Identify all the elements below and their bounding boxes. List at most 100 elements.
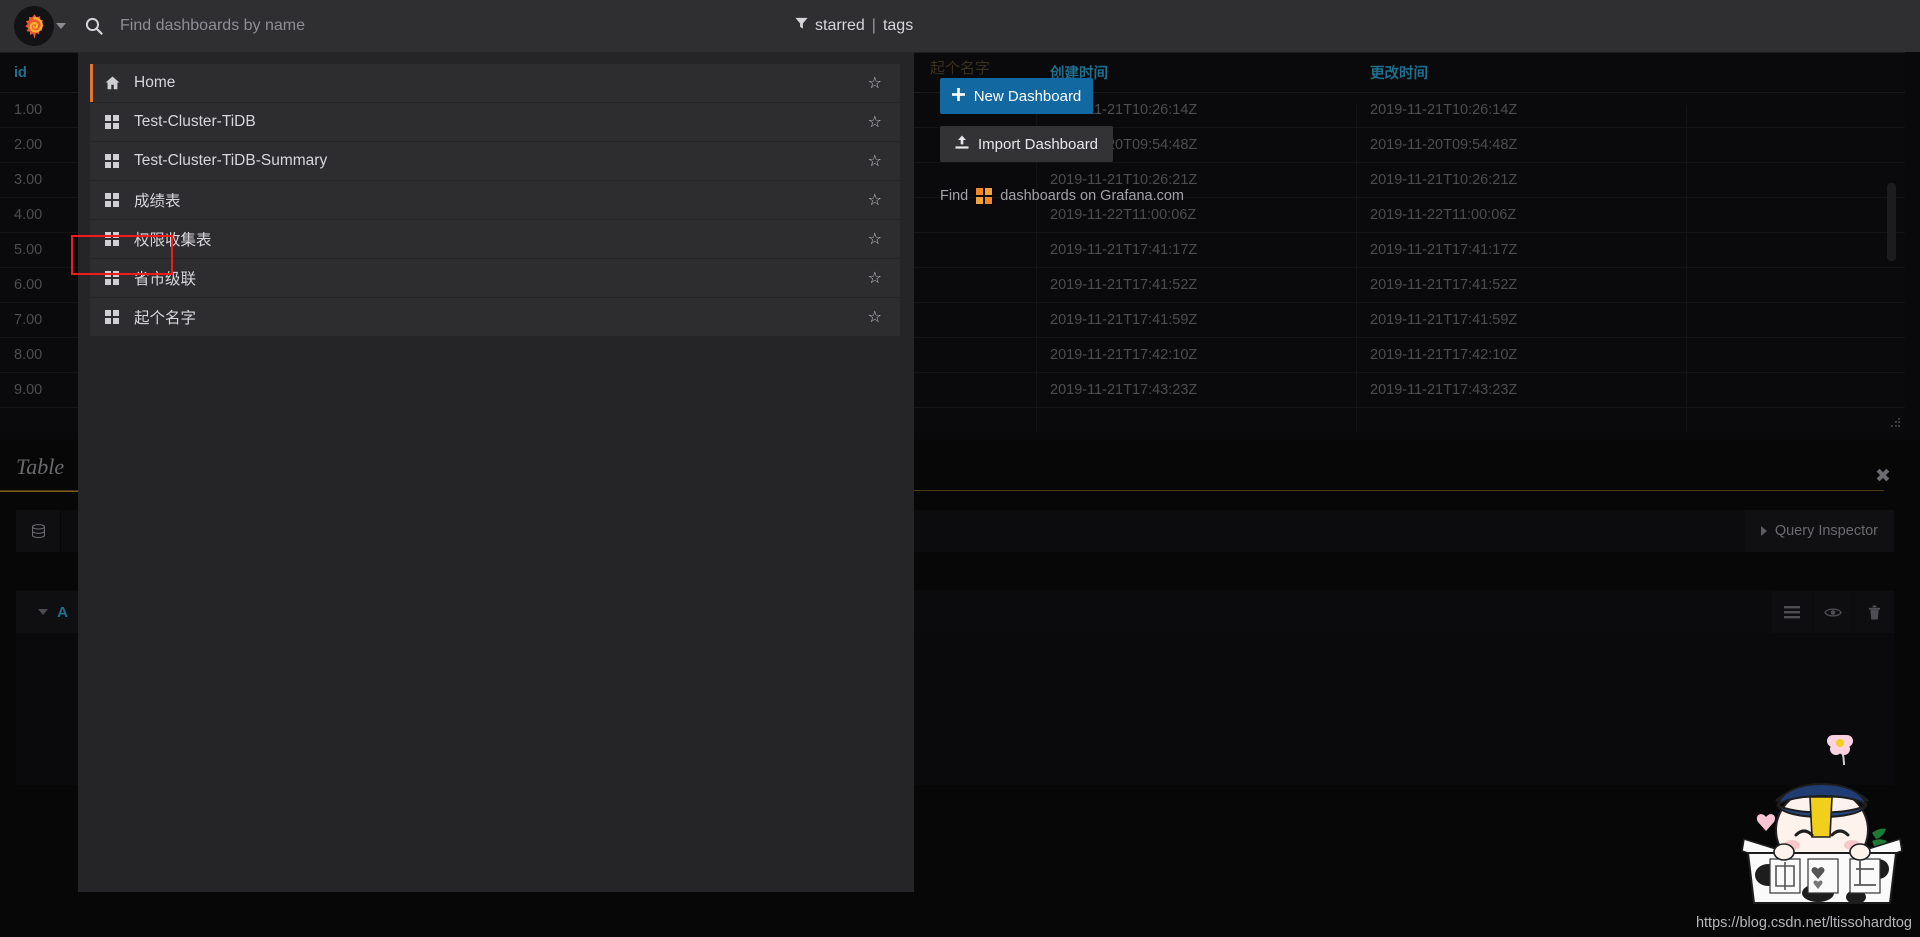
find-prefix-label: Find (940, 188, 969, 204)
list-icon[interactable] (1772, 591, 1812, 633)
dashboard-actions: New Dashboard Import Dashboard Find dash… (940, 78, 1184, 204)
table-cell-id: 9.00 (14, 382, 43, 398)
dashboard-item-label: Test-Cluster-TiDB (134, 113, 256, 130)
find-dashboards-line[interactable]: Find dashboards on Grafana.com (940, 188, 1184, 204)
filter-tags-link[interactable]: tags (883, 17, 913, 35)
column-header-updated[interactable]: 更改时间 (1356, 62, 1686, 83)
dashboard-item-label: Home (134, 74, 176, 91)
watermark-url: https://blog.csdn.net/ltissohardtog (1695, 915, 1912, 931)
eye-icon[interactable] (1813, 591, 1853, 633)
star-outline-icon[interactable]: ☆ (868, 268, 882, 288)
table-cell-updated: 2019-11-21T10:26:14Z (1370, 102, 1518, 118)
search-icon[interactable] (68, 17, 120, 35)
plus-icon (951, 87, 965, 105)
import-dashboard-label: Import Dashboard (977, 135, 1099, 153)
find-suffix-label: dashboards on Grafana.com (1000, 188, 1184, 204)
dashboard-list-item[interactable]: 成绩表 ☆ (90, 181, 900, 219)
table-cell-updated: 2019-11-20T09:54:48Z (1370, 137, 1518, 153)
query-inspector-label: Query Inspector (1774, 523, 1878, 539)
query-a-letter: A (57, 603, 68, 621)
filter-starred-link[interactable]: starred (815, 17, 865, 35)
dashboard-item-label: Test-Cluster-TiDB-Summary (134, 152, 328, 169)
dashboard-grid-icon (90, 271, 134, 285)
star-outline-icon[interactable]: ☆ (868, 190, 882, 210)
table-cell-created: 2019-11-21T17:42:10Z (1050, 347, 1198, 363)
active-accent-bar (90, 64, 93, 102)
star-outline-icon[interactable]: ☆ (868, 73, 882, 93)
table-cell-updated: 2019-11-22T11:00:06Z (1370, 207, 1517, 223)
tab-table[interactable]: Table (0, 454, 81, 492)
filter-icon (795, 17, 808, 35)
table-cell-created: 2019-11-21T17:43:23Z (1050, 382, 1198, 398)
upload-icon (955, 135, 969, 153)
dashboard-list-item[interactable]: Test-Cluster-TiDB-Summary ☆ (90, 142, 900, 180)
top-navbar: starred | tags (0, 0, 1920, 52)
dashboard-list-item[interactable]: 起个名字 ☆ (90, 298, 900, 336)
panel-resize-grip[interactable] (1890, 417, 1901, 428)
dashboard-grid-icon (90, 115, 134, 129)
query-inspector-button[interactable]: Query Inspector (1744, 510, 1894, 552)
table-cell-id: 7.00 (14, 312, 43, 328)
import-dashboard-button[interactable]: Import Dashboard (940, 126, 1113, 162)
table-cell-updated: 2019-11-21T10:26:21Z (1370, 172, 1518, 188)
dashboard-grid-icon (90, 232, 134, 246)
dashboard-grid-icon (90, 154, 134, 168)
dashboard-list-item[interactable]: Test-Cluster-TiDB ☆ (90, 103, 900, 141)
star-outline-icon[interactable]: ☆ (868, 151, 882, 171)
cartoon-mascot-icon (1732, 730, 1912, 905)
app-root: 起个名字 id 创建时间 更改时间 1.00 2019-11-21T10:26:1… (0, 0, 1920, 937)
table-cell-created: 2019-11-21T17:41:17Z (1050, 242, 1198, 258)
table-cell-id: 8.00 (14, 347, 43, 363)
dashboard-item-label: 权限收集表 (134, 232, 212, 249)
dashboard-list-item[interactable]: 权限收集表 ☆ (90, 220, 900, 258)
table-vertical-scrollbar[interactable] (1887, 183, 1896, 261)
table-cell-updated: 2019-11-21T17:43:23Z (1370, 382, 1518, 398)
column-header-id[interactable]: id (0, 65, 86, 81)
dashboard-item-label: 起个名字 (134, 310, 197, 327)
column-divider (1356, 105, 1357, 432)
table-cell-id: 1.00 (14, 102, 43, 118)
caret-down-icon (38, 609, 49, 615)
search-input[interactable] (120, 17, 660, 35)
dashboard-item-label: 成绩表 (134, 193, 181, 210)
dashboard-grid-icon (90, 310, 134, 324)
home-icon (90, 76, 134, 90)
table-cell-created: 2019-11-21T17:41:59Z (1050, 312, 1198, 328)
dashboard-grid-icon (90, 193, 134, 207)
dashboard-list-item[interactable]: Home ☆ (90, 64, 900, 102)
new-dashboard-label: New Dashboard (973, 87, 1082, 105)
star-outline-icon[interactable]: ☆ (868, 229, 882, 249)
search-results-panel: Home ☆ Test-Cluster-TiDB ☆ Test-Cluster-TiDB… (78, 52, 914, 892)
table-cell-updated: 2019-11-21T17:42:10Z (1370, 347, 1518, 363)
search-area (68, 0, 1920, 52)
filter-separator: | (871, 17, 876, 34)
caret-right-icon (1760, 526, 1767, 536)
table-cell-id: 6.00 (14, 277, 43, 293)
grafana-logo-icon[interactable] (14, 6, 54, 46)
star-outline-icon[interactable]: ☆ (868, 112, 882, 132)
new-dashboard-button[interactable]: New Dashboard (940, 78, 1093, 114)
dashboard-list-item[interactable]: 省市级联 ☆ (90, 259, 900, 297)
dashboard-item-label: 省市级联 (134, 271, 197, 288)
database-icon[interactable] (16, 510, 60, 552)
column-divider (1686, 105, 1687, 432)
table-cell-id: 4.00 (14, 207, 43, 223)
star-outline-icon[interactable]: ☆ (868, 307, 882, 327)
close-icon[interactable]: ✖ (1872, 466, 1894, 488)
table-cell-updated: 2019-11-21T17:41:59Z (1370, 312, 1518, 328)
search-filters: starred | tags (795, 0, 913, 52)
table-cell-updated: 2019-11-21T17:41:17Z (1370, 242, 1518, 258)
query-a-actions (1772, 591, 1894, 633)
panel-title: 起个名字 (930, 60, 991, 77)
trash-icon[interactable] (1854, 591, 1894, 633)
grafana-squares-icon (976, 188, 993, 204)
table-cell-id: 5.00 (14, 242, 43, 258)
table-cell-id: 3.00 (14, 172, 43, 188)
table-cell-created: 2019-11-22T11:00:06Z (1050, 207, 1197, 223)
table-cell-created: 2019-11-21T17:41:52Z (1050, 277, 1198, 293)
table-cell-id: 2.00 (14, 137, 43, 153)
chevron-down-icon[interactable] (56, 23, 66, 29)
dashboard-list: Home ☆ Test-Cluster-TiDB ☆ Test-Cluster-TiDB… (78, 52, 914, 336)
brand-area (0, 0, 68, 52)
table-cell-updated: 2019-11-21T17:41:52Z (1370, 277, 1518, 293)
